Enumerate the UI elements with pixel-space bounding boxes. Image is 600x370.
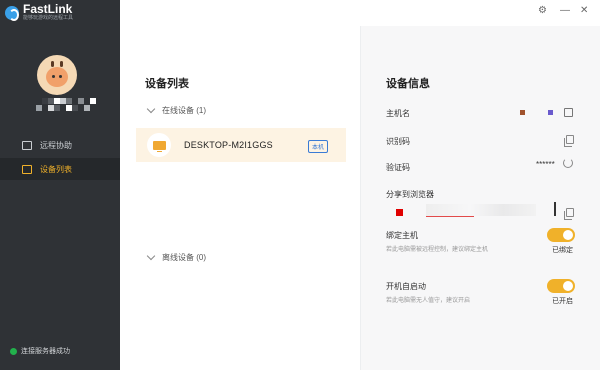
avatar-eye-left — [52, 75, 55, 78]
verify-code-value: ****** — [536, 160, 555, 169]
share-label: 分享到浏览器 — [386, 190, 434, 199]
status-dot-icon — [10, 347, 17, 355]
bind-host-state: 已绑定 — [552, 247, 573, 254]
device-list-icon — [22, 164, 32, 174]
status-text: 连接服务器成功 — [21, 348, 70, 355]
connection-status: 连接服务器成功 — [10, 346, 70, 356]
username-redacted — [36, 98, 96, 112]
local-device-badge: 本机 — [308, 140, 329, 153]
app-logo: FastLink 能够玩游戏的远程工具 — [5, 3, 73, 22]
device-list-title: 设备列表 — [145, 78, 189, 90]
refresh-icon[interactable] — [563, 158, 573, 168]
fastlink-logo-icon — [5, 5, 19, 21]
device-name: DESKTOP-M2I1GGS — [184, 140, 273, 150]
avatar-face — [46, 67, 68, 87]
device-info-title: 设备信息 — [386, 78, 430, 90]
sidebar-item-remote-assist[interactable]: 远程协助 — [0, 134, 120, 156]
sidebar-item-label: 设备列表 — [40, 164, 72, 174]
avatar-ear-left — [51, 61, 54, 67]
sidebar: FastLink 能够玩游戏的远程工具 远程协助 设备列表 连接服务器成功 — [0, 0, 120, 370]
monitor-icon — [147, 133, 171, 157]
bind-host-desc: 若此电脑需被远程控制，建议绑定主机 — [386, 247, 489, 253]
verify-label: 验证码 — [386, 163, 410, 172]
copy-icon[interactable] — [564, 135, 574, 147]
assist-icon — [22, 140, 32, 150]
autostart-state: 已开启 — [552, 298, 573, 305]
settings-icon[interactable]: ⚙ — [538, 6, 547, 16]
edit-icon[interactable] — [564, 108, 573, 117]
chevron-down-icon — [146, 251, 156, 261]
minimize-icon[interactable]: — — [560, 6, 570, 16]
avatar[interactable] — [37, 55, 77, 95]
close-icon[interactable]: ✕ — [580, 6, 588, 16]
bind-host-label: 绑定主机 — [386, 231, 418, 240]
sidebar-item-device-list[interactable]: 设备列表 — [0, 158, 120, 180]
avatar-ear-right — [60, 61, 63, 67]
offline-group-label: 离线设备 (0) — [162, 253, 206, 262]
autostart-toggle[interactable] — [547, 279, 575, 293]
online-group-toggle[interactable]: 在线设备 (1) — [146, 104, 206, 116]
bind-host-toggle[interactable] — [547, 228, 575, 242]
app-tagline: 能够玩游戏的远程工具 — [23, 15, 74, 21]
hostname-redacted — [548, 110, 553, 115]
id-label: 识别码 — [386, 137, 410, 146]
copy-icon[interactable] — [564, 208, 574, 220]
share-link-redacted — [386, 200, 556, 218]
autostart-desc: 若此电脑需无人值守，建议开启 — [386, 298, 471, 304]
avatar-eye-right — [59, 75, 62, 78]
autostart-label: 开机自启动 — [386, 282, 426, 291]
offline-group-toggle[interactable]: 离线设备 (0) — [146, 251, 206, 263]
sidebar-item-label: 远程协助 — [40, 140, 72, 150]
online-group-label: 在线设备 (1) — [162, 106, 206, 115]
chevron-down-icon — [146, 104, 156, 114]
app-name: FastLink — [23, 2, 73, 16]
hostname-label: 主机名 — [386, 109, 410, 118]
hostname-redacted — [520, 110, 525, 115]
device-row[interactable]: DESKTOP-M2I1GGS 本机 — [136, 128, 346, 162]
